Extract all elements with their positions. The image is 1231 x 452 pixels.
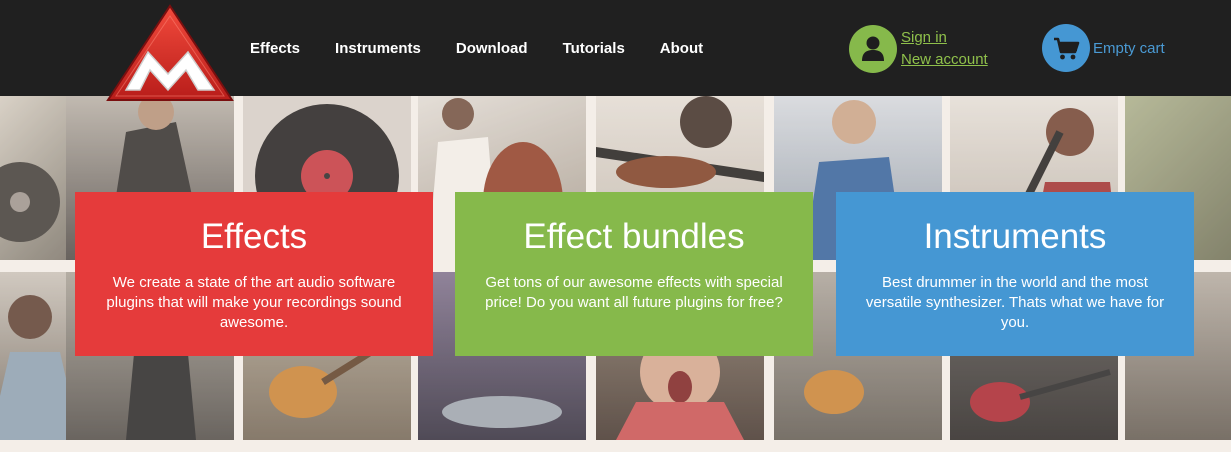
effect-bundles-card-title: Effect bundles [523,217,745,256]
effect-bundles-card[interactable]: Effect bundles Get tons of our awesome e… [455,192,813,356]
nav-effects[interactable]: Effects [250,40,300,57]
new-account-link[interactable]: New account [901,49,988,71]
effects-card-text: We create a state of the art audio softw… [106,274,402,331]
nav-about[interactable]: About [660,40,703,57]
instruments-card[interactable]: Instruments Best drummer in the world an… [836,192,1194,356]
sign-in-link[interactable]: Sign in [901,27,988,49]
empty-cart-link[interactable]: Empty cart [1093,40,1165,57]
m-triangle-logo[interactable] [104,4,236,104]
nav-instruments[interactable]: Instruments [335,40,421,57]
effect-bundles-card-text: Get tons of our awesome effects with spe… [485,274,783,311]
instruments-card-text: Best drummer in the world and the most v… [865,274,1165,331]
nav-download[interactable]: Download [456,40,528,57]
account-area: Sign in New account [849,25,988,73]
user-icon[interactable] [849,25,897,73]
effects-card[interactable]: Effects We create a state of the art aud… [75,192,433,356]
main-nav: Effects Instruments Download Tutorials A… [250,0,738,96]
nav-tutorials[interactable]: Tutorials [563,40,625,57]
effects-card-title: Effects [200,217,308,256]
cart-icon[interactable] [1042,24,1090,72]
cart-area[interactable]: Empty cart [1042,24,1165,72]
instruments-card-title: Instruments [923,217,1107,256]
